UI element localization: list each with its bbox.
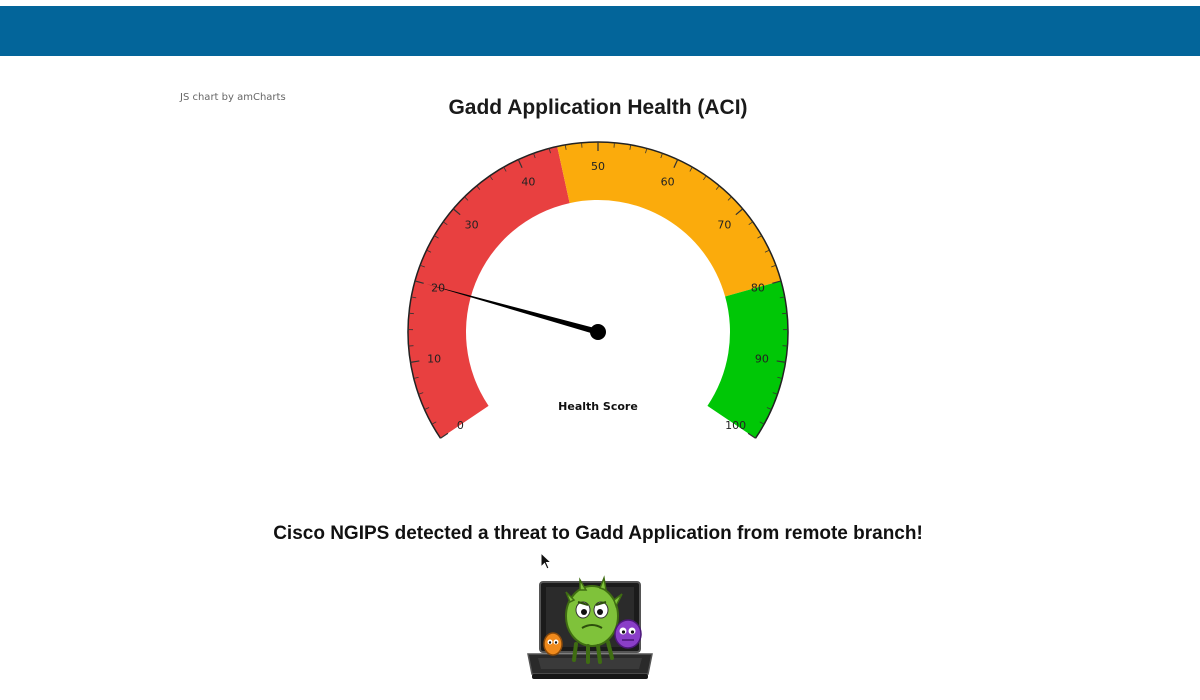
mouse-pointer-icon — [540, 552, 553, 570]
gauge-tick-label: 40 — [521, 175, 535, 188]
gauge-needle-hub — [590, 324, 606, 340]
gauge-axis-label: Health Score — [558, 400, 638, 413]
gauge-tick-label: 20 — [431, 281, 445, 294]
gauge-title: Gadd Application Health (ACI) — [448, 96, 748, 119]
top-banner — [0, 6, 1200, 56]
gauge-tick-label: 60 — [661, 175, 675, 188]
virus-monsters-on-laptop-icon — [527, 575, 653, 679]
gauge-tick-label: 30 — [465, 218, 479, 231]
health-gauge: 0 10 20 30 40 50 60 70 80 90 100 Health Score — [407, 141, 789, 439]
gauge-tick-label: 0 — [457, 419, 464, 432]
gauge-tick-label: 80 — [751, 281, 765, 294]
gauge-tick-label: 10 — [427, 353, 441, 366]
gauge-band-2 — [707, 280, 788, 439]
gauge-tick-label: 70 — [717, 218, 731, 231]
gauge-tick-label: 100 — [725, 419, 746, 432]
threat-alert-message: Cisco NGIPS detected a threat to Gadd Ap… — [273, 523, 923, 544]
gauge-tick-label: 90 — [755, 353, 769, 366]
gauge-tick-label: 50 — [591, 160, 605, 173]
